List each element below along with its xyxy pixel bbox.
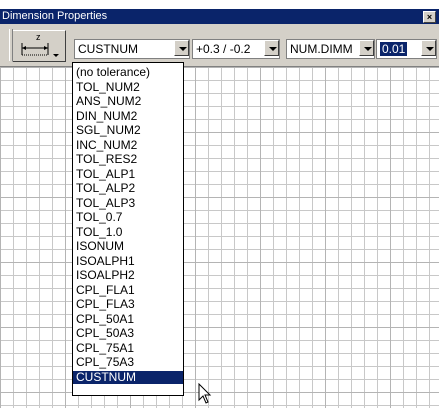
toolbar-grip[interactable] bbox=[9, 29, 13, 61]
dropdown-option[interactable]: ISOALPH1 bbox=[73, 254, 183, 268]
tolerance-style-dropdown-list[interactable]: (no tolerance) TOL_NUM2 ANS_NUM2 DIN_NUM2 SG… bbox=[72, 62, 184, 396]
chevron-down-icon[interactable] bbox=[421, 40, 436, 56]
dropdown-option[interactable]: CPL_FLA1 bbox=[73, 283, 183, 297]
window-titlebar[interactable]: Dimension Properties × bbox=[0, 9, 439, 24]
dropdown-option[interactable]: SGL_NUM2 bbox=[73, 124, 183, 137]
dropdown-option[interactable]: ISOALPH2 bbox=[73, 269, 183, 282]
tolerance-value: +0.3 / -0.2 bbox=[196, 42, 251, 56]
dropdown-option[interactable]: TOL_ALP2 bbox=[73, 182, 183, 195]
tolerance-value-select[interactable]: +0.3 / -0.2 bbox=[192, 39, 280, 59]
dropdown-option[interactable]: TOL_ALP3 bbox=[73, 196, 183, 210]
chevron-down-icon[interactable] bbox=[359, 40, 374, 56]
close-icon: × bbox=[426, 12, 433, 22]
dimension-type-button[interactable]: z bbox=[9, 29, 66, 62]
dropdown-option[interactable]: INC_NUM2 bbox=[73, 138, 183, 152]
toolbar: z CUSTNUM +0.3 / -0.2 NUM.DIMM 0.01 bbox=[0, 24, 439, 67]
dropdown-option[interactable]: TOL_1.0 bbox=[73, 225, 183, 239]
dropdown-option[interactable]: CPL_FLA3 bbox=[73, 298, 183, 311]
dropdown-option[interactable]: CUSTNUM bbox=[73, 370, 183, 384]
dropdown-option[interactable]: (no tolerance) bbox=[73, 66, 183, 79]
precision-select[interactable]: 0.01 bbox=[376, 39, 437, 59]
dropdown-option[interactable]: CPL_75A1 bbox=[73, 341, 183, 355]
dropdown-option[interactable]: TOL_RES2 bbox=[73, 153, 183, 166]
mouse-pointer-icon bbox=[198, 383, 212, 404]
tolerance-style-select[interactable]: CUSTNUM bbox=[74, 39, 190, 59]
close-button[interactable]: × bbox=[423, 11, 436, 23]
dimension-properties-window: Dimension Properties × z CUSTNUM +0.3 / … bbox=[0, 0, 439, 408]
chevron-down-icon[interactable] bbox=[174, 40, 189, 56]
dim-format-value: NUM.DIMM bbox=[290, 42, 353, 56]
dropdown-option[interactable]: CPL_75A3 bbox=[73, 356, 183, 369]
drawing-grid-canvas[interactable] bbox=[0, 67, 439, 408]
precision-value: 0.01 bbox=[378, 41, 409, 57]
chevron-down-icon[interactable] bbox=[264, 40, 279, 56]
dropdown-option[interactable]: DIN_NUM2 bbox=[73, 109, 183, 123]
dim-format-select[interactable]: NUM.DIMM bbox=[286, 39, 375, 59]
dimension-button-label: z bbox=[36, 32, 41, 42]
dropdown-option[interactable]: TOL_ALP1 bbox=[73, 167, 183, 181]
dropdown-option[interactable]: CPL_50A3 bbox=[73, 327, 183, 340]
dropdown-option[interactable]: ANS_NUM2 bbox=[73, 95, 183, 108]
dropdown-option[interactable]: TOL_0.7 bbox=[73, 211, 183, 224]
dropdown-option[interactable]: TOL_NUM2 bbox=[73, 80, 183, 94]
tolerance-style-value: CUSTNUM bbox=[78, 42, 138, 56]
dropdown-option[interactable]: ISONUM bbox=[73, 240, 183, 253]
window-title: Dimension Properties bbox=[2, 10, 108, 22]
precision-value-wrap: 0.01 bbox=[378, 41, 409, 57]
dropdown-option[interactable]: CPL_50A1 bbox=[73, 312, 183, 326]
